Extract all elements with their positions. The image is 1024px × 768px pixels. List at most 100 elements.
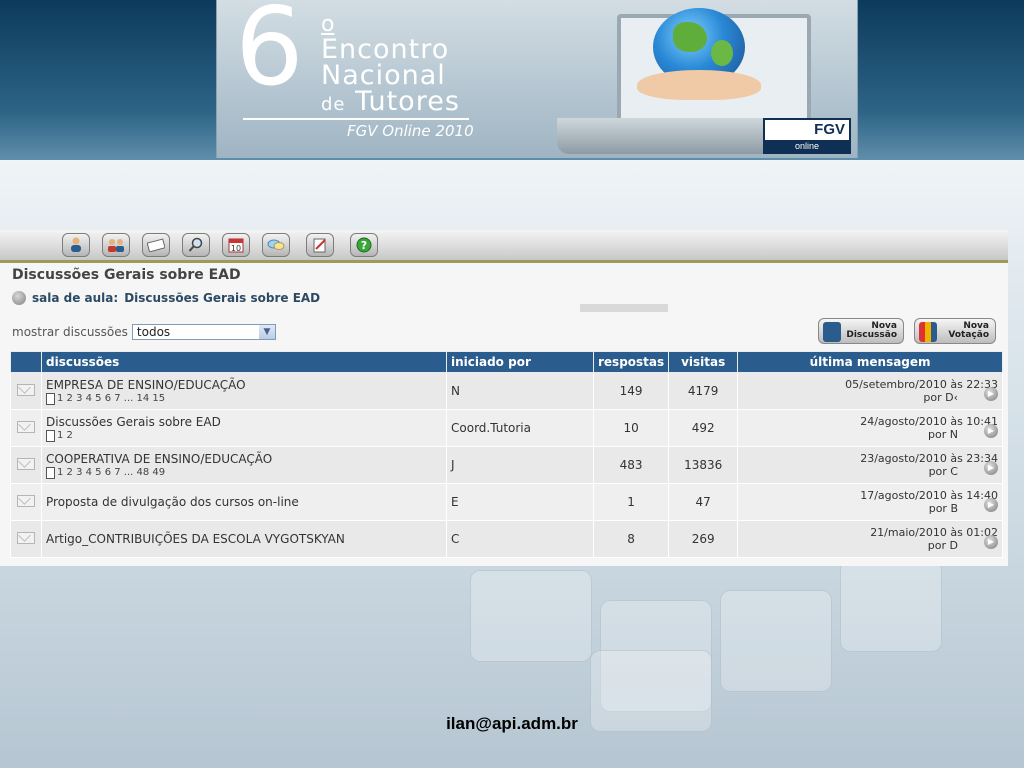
visits-count: 13836 [668, 446, 739, 484]
calendar-number: 10 [231, 244, 241, 253]
event-banner: 6 o Encontro Nacional de Tutores FGV Onl… [216, 0, 858, 158]
help-icon[interactable]: ? [350, 233, 378, 257]
chevron-down-icon[interactable]: ▼ [258, 325, 275, 339]
replies-count: 483 [592, 446, 670, 484]
discussion-title[interactable]: COOPERATIVA DE ENSINO/EDUCAÇÃO [46, 452, 442, 466]
author: E [446, 483, 594, 521]
page-numbers[interactable]: 1 2 3 4 5 6 7 ... 48 49 [57, 467, 165, 478]
last-date: 05/setembro/2010 às 22:33 [845, 378, 998, 391]
replies-count: 1 [592, 483, 670, 521]
pages-icon [46, 429, 55, 442]
last-author: por N [928, 428, 958, 441]
group-icon[interactable] [102, 233, 130, 257]
author: Coord.Tutoria [446, 409, 594, 447]
go-to-last-icon[interactable]: ▶ [984, 535, 998, 549]
banner-rule [243, 118, 469, 120]
last-date: 21/maio/2010 às 01:02 [870, 526, 998, 539]
header-started-by[interactable]: iniciado por [446, 351, 594, 373]
table-row[interactable]: EMPRESA DE ENSINO/EDUCAÇÃO 1 2 3 4 5 6 7… [10, 372, 1003, 410]
discussion-title[interactable]: EMPRESA DE ENSINO/EDUCAÇÃO [46, 378, 442, 392]
replies-count: 8 [592, 520, 670, 558]
calendar-icon[interactable]: 10 [222, 233, 250, 257]
header-icon-col [10, 351, 42, 373]
search-icon[interactable] [182, 233, 210, 257]
page-title: Discussões Gerais sobre EAD [12, 267, 241, 283]
go-to-last-icon[interactable]: ▶ [984, 498, 998, 512]
banner-number: 6 [235, 0, 304, 110]
envelope-icon [17, 457, 35, 470]
header-visits[interactable]: visitas [668, 351, 739, 373]
envelope-icon [17, 383, 35, 396]
go-to-last-icon[interactable]: ▶ [984, 424, 998, 438]
last-author: por B [928, 502, 958, 515]
table-header-row: discussões iniciado por respostas visita… [10, 351, 1003, 373]
table-row[interactable]: COOPERATIVA DE ENSINO/EDUCAÇÃO 1 2 3 4 5… [10, 446, 1003, 484]
new-vote-button[interactable]: Nova Votação [914, 318, 996, 344]
header-discussions[interactable]: discussões [41, 351, 447, 373]
breadcrumb: sala de aula: Discussões Gerais sobre EA… [12, 291, 320, 305]
page-links[interactable]: 1 2 3 4 5 6 7 ... 14 15 [46, 392, 442, 405]
last-date: 24/agosto/2010 às 10:41 [860, 415, 998, 428]
filter-label: mostrar discussões [12, 325, 128, 339]
footer-email: ilan@api.adm.br [446, 714, 578, 733]
edit-icon[interactable] [306, 233, 334, 257]
visits-count: 4179 [668, 372, 739, 410]
page-numbers[interactable]: 1 2 [57, 430, 73, 441]
vote-icon [919, 322, 937, 342]
help-symbol: ? [361, 239, 367, 252]
scroll-strip [580, 304, 668, 312]
header-last-message[interactable]: última mensagem [737, 351, 1003, 373]
banner-line3-prefix: de [321, 94, 346, 115]
last-date: 23/agosto/2010 às 23:34 [860, 452, 998, 465]
bullet-icon [12, 291, 26, 305]
chat-icon[interactable] [262, 233, 290, 257]
discussion-title[interactable]: Proposta de divulgação dos cursos on-lin… [46, 495, 442, 509]
forum-app: 10 ? Discussões Gerais sobre EAD sala de… [0, 230, 1008, 566]
author: J [446, 446, 594, 484]
filter-value: todos [136, 325, 171, 339]
new-discussion-label-2: Discussão [846, 330, 897, 340]
new-vote-label-2: Votação [948, 330, 989, 340]
user-icon[interactable] [62, 233, 90, 257]
author: C [446, 520, 594, 558]
globe-land [711, 40, 733, 66]
banner-line3-main: Tutores [355, 86, 460, 117]
table-row[interactable]: Artigo_CONTRIBUIÇÕES DA ESCOLA VYGOTSKYA… [10, 520, 1003, 558]
last-date: 17/agosto/2010 às 14:40 [860, 489, 998, 502]
table-row[interactable]: Proposta de divulgação dos cursos on-lin… [10, 483, 1003, 521]
banner-line1: Encontro [321, 34, 450, 65]
envelope-icon [17, 531, 35, 544]
page-links[interactable]: 1 2 3 4 5 6 7 ... 48 49 [46, 466, 442, 479]
discussion-title[interactable]: Discussões Gerais sobre EAD [46, 415, 442, 429]
message-icon[interactable] [142, 233, 170, 257]
replies-count: 10 [592, 409, 670, 447]
replies-count: 149 [592, 372, 670, 410]
toolbar: 10 ? [0, 230, 1008, 263]
last-author: por C [928, 465, 958, 478]
last-author: por D‹ [923, 391, 958, 404]
discussion-title[interactable]: Artigo_CONTRIBUIÇÕES DA ESCOLA VYGOTSKYA… [46, 532, 442, 546]
banner-subtitle: FGV Online 2010 [347, 122, 474, 140]
header-replies[interactable]: respostas [592, 351, 670, 373]
go-to-last-icon[interactable]: ▶ [984, 387, 998, 401]
page-links[interactable]: 1 2 [46, 429, 442, 442]
banner-line3: de Tutores [321, 88, 460, 115]
filter-select[interactable]: todos ▼ [131, 324, 276, 340]
note-icon [823, 322, 841, 342]
globe-land [673, 22, 707, 52]
envelope-icon [17, 494, 35, 507]
hands-illustration [637, 70, 761, 100]
discussions-table: discussões iniciado por respostas visita… [10, 351, 1003, 558]
breadcrumb-prefix: sala de aula: [32, 291, 119, 305]
filter-bar: mostrar discussões todos ▼ [12, 324, 276, 340]
fgv-logo: FGV online [763, 118, 851, 154]
breadcrumb-link[interactable]: Discussões Gerais sobre EAD [124, 291, 320, 305]
page-numbers[interactable]: 1 2 3 4 5 6 7 ... 14 15 [57, 393, 165, 404]
fgv-logo-sub: online [794, 141, 820, 151]
banner-line2: Nacional [321, 60, 446, 91]
envelope-icon [17, 420, 35, 433]
go-to-last-icon[interactable]: ▶ [984, 461, 998, 475]
table-row[interactable]: Discussões Gerais sobre EAD 1 2 Coord.Tu… [10, 409, 1003, 447]
new-discussion-button[interactable]: Nova Discussão [818, 318, 904, 344]
pages-icon [46, 392, 55, 405]
